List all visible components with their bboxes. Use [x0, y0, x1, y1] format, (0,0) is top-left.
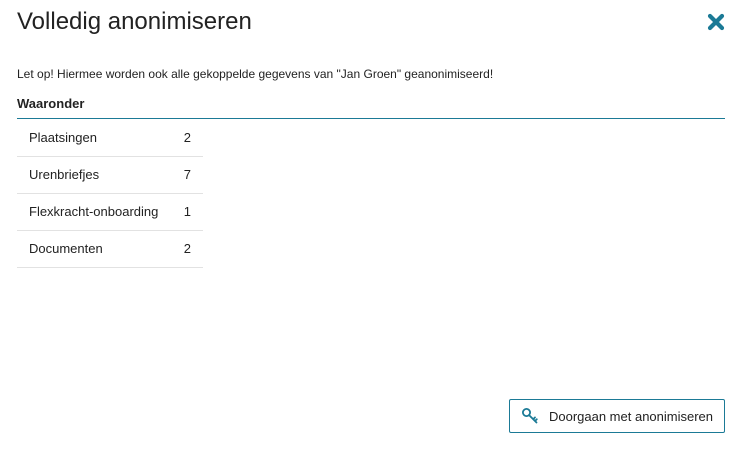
close-x-icon	[707, 13, 725, 31]
row-count: 2	[163, 230, 203, 268]
table-row: Urenbriefjes 7	[17, 156, 203, 194]
row-count: 1	[163, 193, 203, 231]
row-label: Documenten	[17, 230, 163, 268]
section-title: Waaronder	[17, 96, 725, 119]
warning-message: Let op! Hiermee worden ook alle gekoppel…	[17, 67, 494, 81]
continue-anonymize-button[interactable]: Doorgaan met anonimiseren	[509, 399, 725, 433]
dialog-title: Volledig anonimiseren	[17, 8, 252, 35]
row-label: Flexkracht-onboarding	[17, 193, 163, 231]
table-row: Documenten 2	[17, 230, 203, 268]
row-label: Urenbriefjes	[17, 156, 163, 194]
row-label: Plaatsingen	[17, 119, 163, 157]
row-count: 7	[163, 156, 203, 194]
close-button[interactable]	[705, 11, 727, 33]
linked-data-table: Plaatsingen 2 Urenbriefjes 7 Flexkracht-…	[17, 119, 203, 268]
continue-button-label: Doorgaan met anonimiseren	[548, 408, 714, 424]
table-row: Plaatsingen 2	[17, 119, 203, 157]
key-icon	[521, 408, 538, 424]
table-row: Flexkracht-onboarding 1	[17, 193, 203, 231]
anonymize-dialog: Volledig anonimiseren Let op! Hiermee wo…	[0, 0, 747, 450]
row-count: 2	[163, 119, 203, 157]
